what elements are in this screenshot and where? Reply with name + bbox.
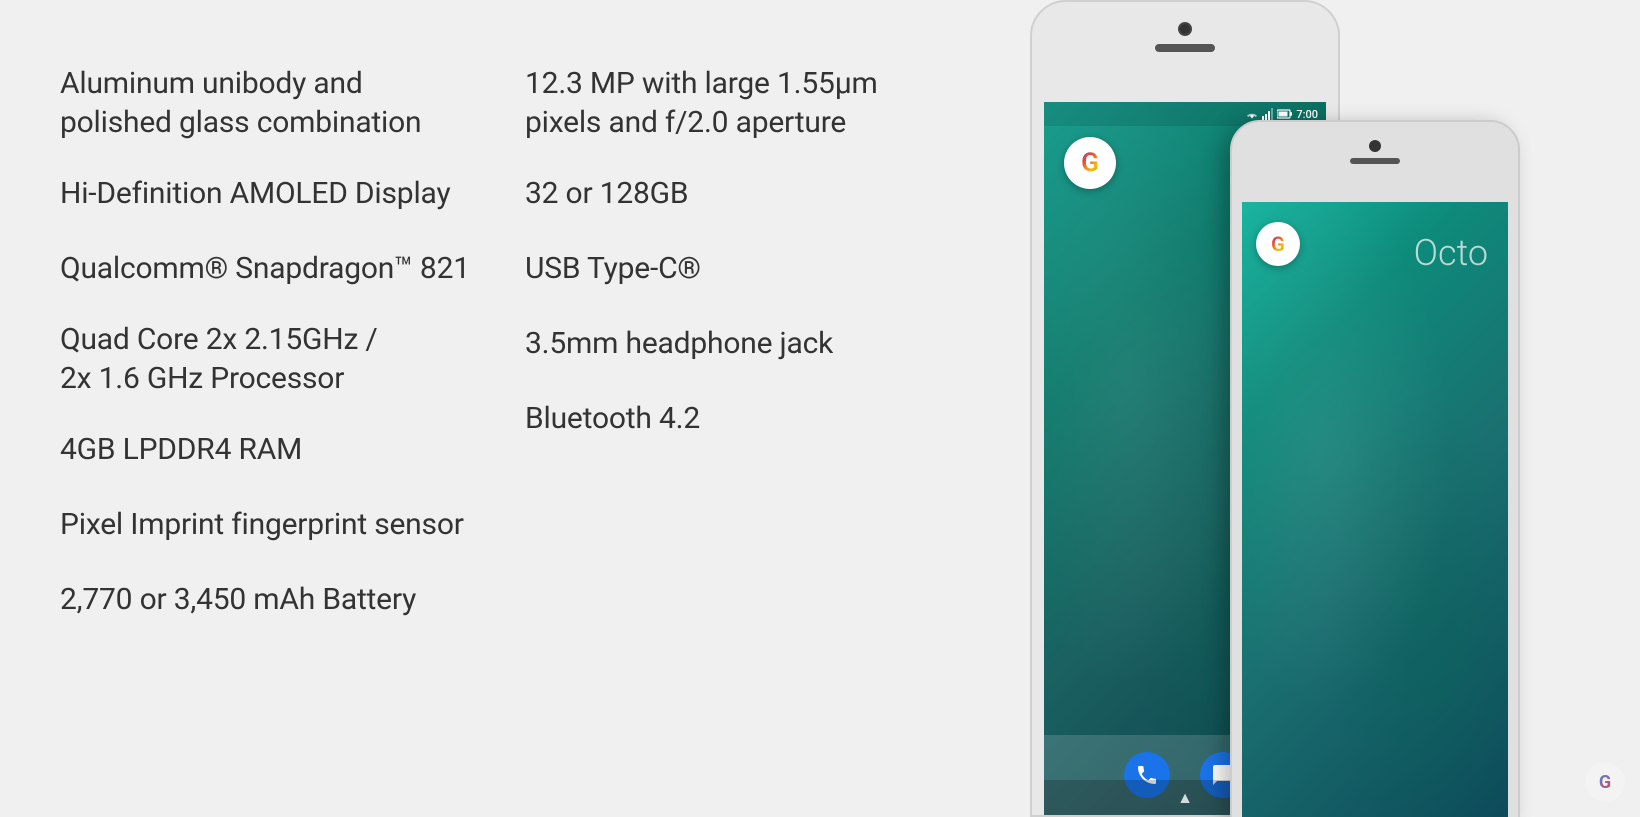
phone-front: G Octo bbox=[1230, 120, 1520, 817]
spec-headphone: 3.5mm headphone jack bbox=[525, 306, 990, 381]
phone-showcase: 7:00 G bbox=[1000, 0, 1640, 817]
bottom-g-letter: G bbox=[1599, 772, 1611, 793]
spec-fingerprint: Pixel Imprint fingerprint sensor bbox=[60, 487, 525, 562]
status-time: 7:00 bbox=[1296, 108, 1318, 121]
status-icons: 7:00 bbox=[1245, 108, 1318, 121]
octo-label: Octo bbox=[1414, 232, 1488, 274]
google-logo-front: G bbox=[1256, 222, 1300, 266]
specs-grid: Aluminum unibody andpolished glass combi… bbox=[60, 50, 990, 637]
front-camera-back bbox=[1178, 22, 1192, 36]
spec-storage: 32 or 128GB bbox=[525, 156, 990, 231]
bottom-google-logo: G bbox=[1585, 762, 1625, 802]
speaker-back bbox=[1155, 44, 1215, 52]
google-g-front: G bbox=[1271, 232, 1285, 256]
spec-amoled: Hi-Definition AMOLED Display bbox=[60, 156, 525, 231]
phone-front-body: G Octo bbox=[1230, 120, 1520, 817]
battery-icon bbox=[1277, 108, 1293, 120]
specs-content: Aluminum unibody andpolished glass combi… bbox=[0, 0, 1050, 817]
nav-chevron-back: ▲ bbox=[1177, 788, 1193, 808]
spec-usb: USB Type-C® bbox=[525, 231, 990, 306]
spec-processor: Quad Core 2x 2.15GHz /2x 1.6 GHz Process… bbox=[60, 306, 525, 412]
left-column: Aluminum unibody andpolished glass combi… bbox=[60, 50, 525, 637]
spec-snapdragon: Qualcomm® Snapdragon™ 821 bbox=[60, 231, 525, 306]
spec-battery: 2,770 or 3,450 mAh Battery bbox=[60, 562, 525, 637]
wifi-icon bbox=[1245, 108, 1259, 120]
speaker-front bbox=[1350, 158, 1400, 164]
spec-aluminum: Aluminum unibody andpolished glass combi… bbox=[60, 50, 525, 156]
spec-ram: 4GB LPDDR4 RAM bbox=[60, 412, 525, 487]
phone-front-screen: G Octo bbox=[1242, 202, 1508, 817]
signal-icon bbox=[1262, 108, 1274, 120]
spec-bluetooth: Bluetooth 4.2 bbox=[525, 381, 990, 456]
screen-texture-front bbox=[1242, 202, 1508, 817]
front-camera-front bbox=[1369, 140, 1381, 152]
spec-camera: 12.3 MP with large 1.55μmpixels and f/2.… bbox=[525, 50, 990, 156]
google-logo-back: G bbox=[1064, 137, 1116, 189]
google-g-back: G bbox=[1081, 148, 1099, 178]
right-column: 12.3 MP with large 1.55μmpixels and f/2.… bbox=[525, 50, 990, 637]
